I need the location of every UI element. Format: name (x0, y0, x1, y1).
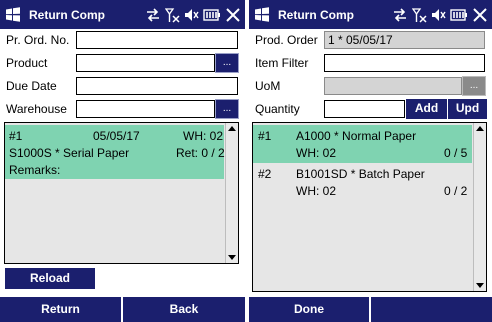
items-list[interactable]: #1 A1000 * Normal Paper WH: 02 0 / 5 #2 … (252, 122, 487, 292)
warehouse-label: Warehouse (6, 102, 67, 116)
due-date-field[interactable] (76, 77, 238, 95)
product-field[interactable] (76, 54, 215, 72)
list-scrollbar[interactable] (473, 123, 486, 291)
close-icon[interactable] (472, 7, 488, 23)
quantity-label: Quantity (255, 102, 300, 116)
back-softkey[interactable]: Back (123, 297, 245, 322)
scroll-down-icon[interactable] (476, 283, 484, 288)
window-title: Return Comp (278, 8, 354, 22)
warehouse-field[interactable] (76, 100, 215, 118)
list-scrollbar[interactable] (225, 123, 238, 263)
battery-icon[interactable] (450, 7, 468, 23)
item-product: S1000S * Serial Paper (9, 146, 130, 160)
item-warehouse: WH: 02 (183, 129, 224, 143)
right-screen: Return Comp Prod. Order 1 * 05/05/17 Ite… (249, 0, 492, 322)
scroll-up-icon[interactable] (228, 126, 236, 131)
title-bar: Return Comp (249, 0, 492, 29)
product-lookup-button[interactable]: ... (215, 53, 239, 73)
components-list[interactable]: #1 05/05/17 WH: 02 S1000S * Serial Paper… (4, 122, 239, 264)
due-date-label: Due Date (6, 79, 57, 93)
list-item[interactable]: #2 B1001SD * Batch Paper WH: 02 0 / 2 (253, 165, 472, 201)
return-softkey[interactable]: Return (0, 297, 121, 322)
left-screen: Return Comp Pr. Ord. No. Product ... Due… (0, 0, 245, 322)
item-warehouse: WH: 02 (296, 146, 337, 160)
item-index: #1 (258, 129, 272, 143)
no-signal-icon[interactable] (165, 7, 180, 23)
sync-icon[interactable] (392, 7, 408, 23)
uom-lookup-button[interactable]: ... (462, 76, 486, 96)
sync-icon[interactable] (145, 7, 161, 23)
item-filter-label: Item Filter (255, 56, 309, 70)
quantity-input[interactable] (324, 100, 405, 118)
add-button[interactable]: Add (406, 99, 447, 119)
update-button[interactable]: Upd (448, 99, 487, 119)
item-warehouse: WH: 02 (296, 184, 337, 198)
scroll-down-icon[interactable] (228, 255, 236, 260)
window-title: Return Comp (29, 8, 105, 22)
title-bar: Return Comp (0, 0, 245, 29)
warehouse-lookup-button[interactable]: ... (215, 99, 239, 119)
scroll-up-icon[interactable] (476, 126, 484, 131)
uom-label: UoM (255, 79, 281, 93)
pr-ord-no-label: Pr. Ord. No. (6, 33, 70, 47)
close-icon[interactable] (225, 7, 241, 23)
item-qty: 0 / 5 (444, 146, 468, 160)
softkey-bar: Done (249, 297, 492, 322)
list-item[interactable]: #1 05/05/17 WH: 02 S1000S * Serial Paper… (5, 125, 225, 179)
item-qty: 0 / 2 (444, 184, 468, 198)
item-return-qty: Ret: 0 / 2 (176, 146, 225, 160)
battery-icon[interactable] (203, 7, 221, 23)
pr-ord-no-field[interactable] (76, 31, 238, 49)
list-item[interactable]: #1 A1000 * Normal Paper WH: 02 0 / 5 (253, 125, 472, 163)
volume-muted-icon[interactable] (431, 7, 446, 23)
no-signal-icon[interactable] (412, 7, 427, 23)
item-product: A1000 * Normal Paper (296, 129, 417, 143)
softkey-bar: Return Back (0, 297, 245, 322)
reload-button[interactable]: Reload (5, 268, 95, 289)
item-index: #1 (9, 129, 23, 143)
prod-order-field: 1 * 05/05/17 (324, 31, 485, 49)
item-filter-input[interactable] (324, 54, 485, 72)
prod-order-label: Prod. Order (255, 33, 318, 47)
volume-muted-icon[interactable] (184, 7, 199, 23)
uom-field (324, 77, 462, 95)
product-label: Product (6, 56, 48, 70)
item-index: #2 (258, 167, 272, 181)
item-date: 05/05/17 (93, 129, 140, 143)
done-softkey[interactable]: Done (249, 297, 369, 322)
right-softkey[interactable] (371, 297, 492, 322)
item-remarks: Remarks: (9, 163, 61, 177)
item-product: B1001SD * Batch Paper (296, 167, 425, 181)
